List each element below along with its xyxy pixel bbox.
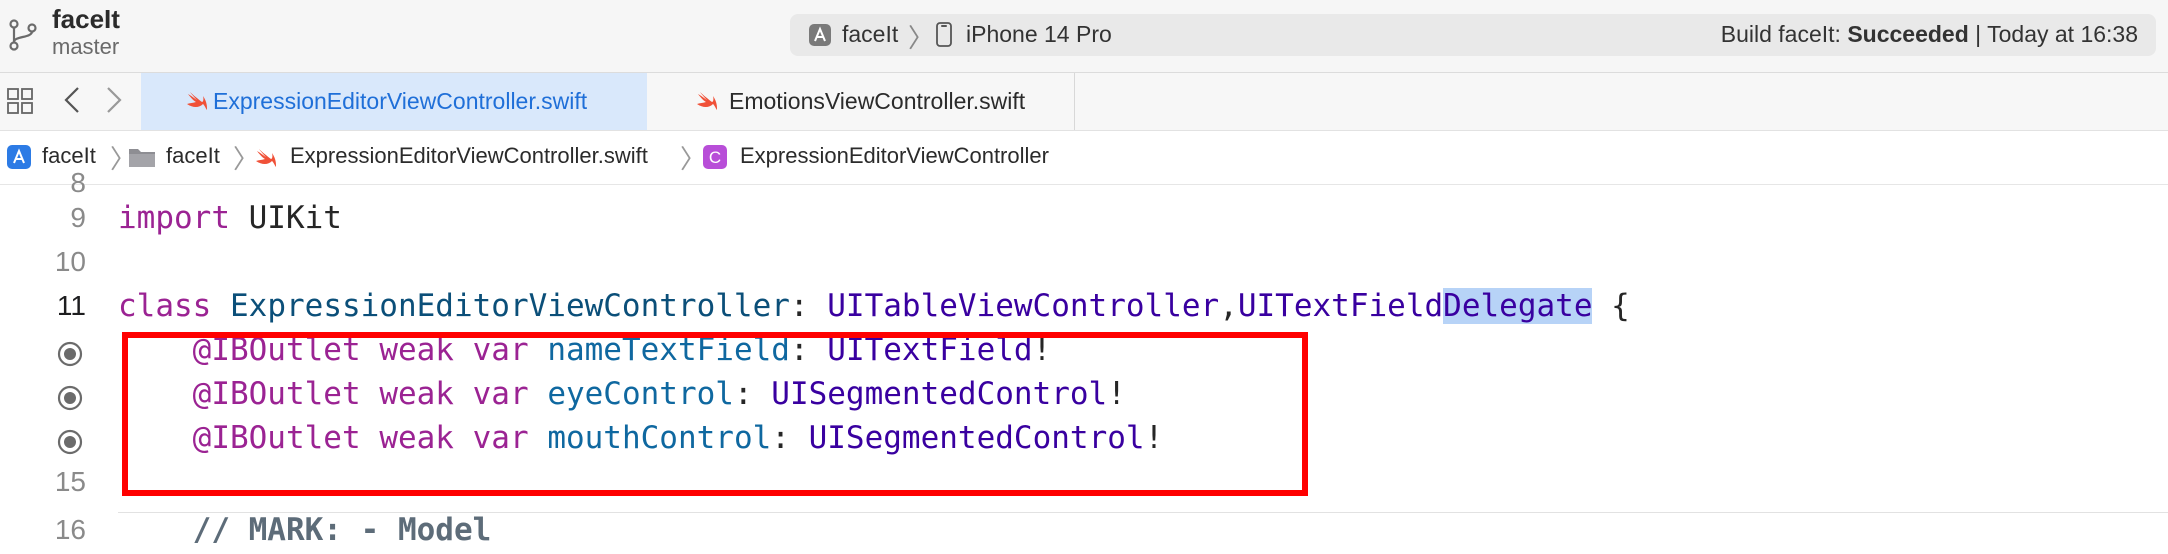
- navigate-back-icon[interactable]: [62, 85, 82, 115]
- iphone-device-icon[interactable]: [936, 22, 952, 47]
- breadcrumb-item-symbol[interactable]: ExpressionEditorViewController: [740, 143, 1049, 169]
- outlet-connection-icon[interactable]: [56, 340, 84, 368]
- tab-emotions[interactable]: EmotionsViewController.swift: [647, 73, 1075, 130]
- code-token: {: [1592, 288, 1630, 324]
- code-token: UITableViewController: [827, 288, 1220, 324]
- code-text[interactable]: // MARK: - Model: [118, 512, 492, 548]
- code-token: Delegate: [1443, 288, 1593, 324]
- breadcrumb: faceIt 〉 faceIt 〉 ExpressionEditorViewCo…: [0, 131, 2168, 185]
- tab-label: EmotionsViewController.swift: [729, 88, 1026, 114]
- code-text[interactable]: import UIKit: [118, 200, 342, 236]
- related-items-grid-icon[interactable]: [6, 87, 34, 115]
- breadcrumb-item-file[interactable]: ExpressionEditorViewController.swift: [290, 143, 648, 169]
- code-line[interactable]: 11 class ExpressionEditorViewController: …: [0, 286, 2168, 330]
- code-line[interactable]: 10: [0, 242, 2168, 286]
- code-text[interactable]: class ExpressionEditorViewController: UI…: [118, 288, 1630, 324]
- source-control-branch-icon[interactable]: [6, 18, 40, 52]
- scheme-name[interactable]: faceIt: [842, 21, 898, 48]
- outlet-connection-icon[interactable]: [56, 428, 84, 456]
- code-line[interactable]: 9 import UIKit: [0, 198, 2168, 242]
- build-status: Build faceIt: Succeeded | Today at 16:38: [1721, 21, 2138, 48]
- code-token: ExpressionEditorViewController: [230, 288, 790, 324]
- tab-label: ExpressionEditorViewController.swift: [213, 88, 588, 114]
- folder-icon: [129, 149, 155, 167]
- line-number: 11: [56, 290, 86, 321]
- class-c-icon: C: [703, 145, 727, 169]
- swift-file-icon: [256, 149, 276, 167]
- build-status-result: Succeeded: [1847, 21, 1969, 47]
- line-number: 8: [70, 167, 86, 198]
- run-destination[interactable]: iPhone 14 Pro: [966, 21, 1112, 48]
- breadcrumb-item-group[interactable]: faceIt: [166, 143, 220, 169]
- chevron-right-icon: 〉: [908, 23, 935, 53]
- toolbar: faceIt master faceIt 〉 iPhone 14 Pro Bui…: [0, 0, 2168, 73]
- swift-file-icon: [187, 92, 207, 110]
- code-token: import: [118, 200, 230, 236]
- line-number: 16: [54, 514, 86, 545]
- annotation-highlight-box: [122, 332, 1308, 496]
- code-token: // MARK: - Model: [192, 512, 492, 548]
- breadcrumb-item-project[interactable]: faceIt: [42, 143, 96, 169]
- code-token: :: [789, 288, 828, 324]
- line-number: 15: [54, 466, 86, 497]
- navigate-forward-icon[interactable]: [104, 85, 124, 115]
- outlet-connection-icon[interactable]: [56, 384, 84, 412]
- line-number: 10: [54, 246, 86, 277]
- tab-bar: ExpressionEditorViewController.swift Emo…: [0, 73, 2168, 131]
- tab-expression-editor[interactable]: ExpressionEditorViewController.swift: [141, 73, 647, 130]
- app-scheme-icon[interactable]: [808, 23, 832, 47]
- code-token: UITextField: [1237, 288, 1444, 324]
- branch-name[interactable]: master: [52, 34, 119, 60]
- line-number: 9: [70, 202, 86, 233]
- code-line[interactable]: 16 // MARK: - Model: [0, 510, 2168, 554]
- build-status-prefix: Build faceIt:: [1720, 21, 1848, 47]
- code-token: class: [118, 288, 212, 324]
- build-status-time: | Today at 16:38: [1968, 21, 2138, 47]
- swift-file-icon: [697, 92, 717, 110]
- line-divider: [118, 512, 2168, 513]
- activity-view: faceIt 〉 iPhone 14 Pro Build faceIt: Suc…: [790, 14, 2156, 56]
- project-name[interactable]: faceIt: [52, 4, 120, 35]
- svg-text:C: C: [709, 148, 721, 167]
- code-token: ,: [1219, 288, 1238, 324]
- code-token: UIKit: [229, 200, 342, 236]
